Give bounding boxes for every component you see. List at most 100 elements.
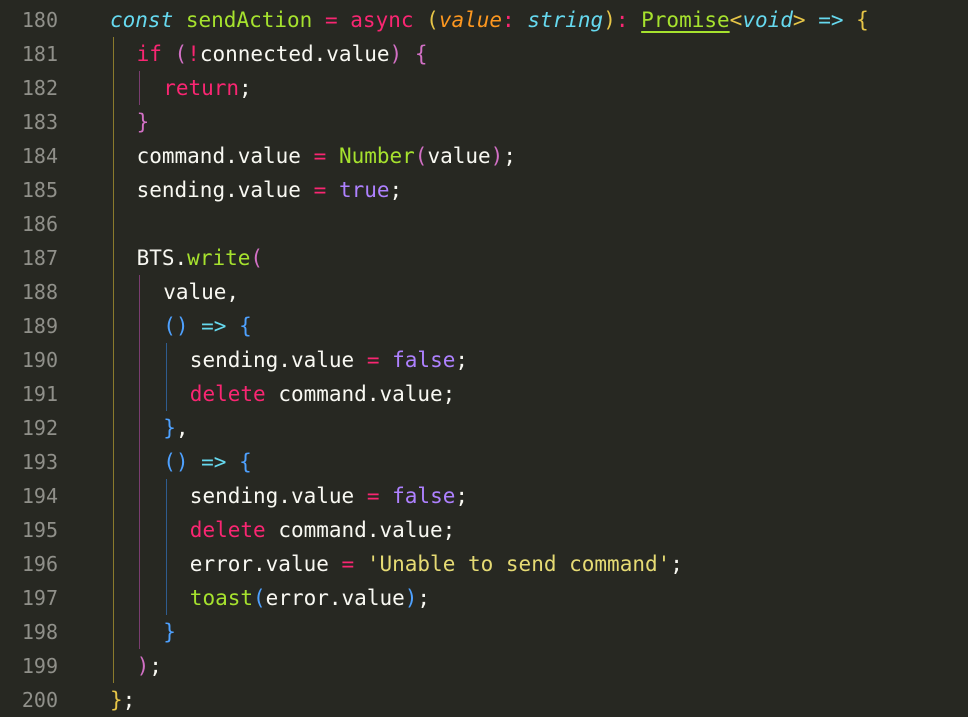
- code-token: (: [174, 42, 188, 66]
- code-line[interactable]: 193 () => {: [0, 445, 968, 479]
- code-token: ;: [455, 484, 469, 508]
- code-token: ;: [239, 76, 252, 100]
- code-token: write: [187, 246, 251, 270]
- code-line[interactable]: 180 const sendAction = async (value: stri…: [0, 3, 968, 37]
- code-line[interactable]: 189 () => {: [0, 309, 968, 343]
- indent-guide: [166, 377, 167, 411]
- code-line[interactable]: 198}: [0, 615, 968, 649]
- indent-guide: [139, 615, 140, 649]
- code-line[interactable]: 186: [0, 207, 968, 241]
- line-number: 191: [21, 382, 58, 406]
- code-token: BTS.: [136, 246, 188, 270]
- code-token: ): [404, 586, 418, 610]
- code-token: (: [250, 246, 264, 270]
- code-text: toast(error.value);: [190, 581, 430, 615]
- code-token: =: [366, 348, 380, 372]
- code-token: ): [136, 654, 150, 678]
- code-line[interactable]: 197 toast(error.value);: [0, 581, 968, 615]
- code-token: >: [792, 8, 806, 32]
- code-token: =>: [818, 8, 844, 32]
- code-token: command.value;: [278, 382, 456, 406]
- code-text: };: [110, 683, 135, 717]
- code-line[interactable]: 192},: [0, 411, 968, 445]
- code-token: false: [392, 484, 456, 508]
- code-token: delete: [189, 518, 266, 542]
- line-number: 183: [21, 110, 58, 134]
- code-token: void: [742, 8, 793, 32]
- indent-guide: [113, 411, 114, 445]
- indent-guide: [113, 139, 114, 173]
- code-token: return: [163, 76, 240, 100]
- code-token: sending.value: [136, 178, 301, 202]
- indent-guide: [113, 207, 114, 241]
- code-token: ;: [455, 348, 469, 372]
- indent-guide: [166, 343, 167, 377]
- code-line[interactable]: 182 return;: [0, 71, 968, 105]
- indent-guide: [113, 275, 114, 309]
- code-line[interactable]: 190 sending.value = false;: [0, 343, 968, 377]
- code-token: connected.value: [199, 42, 390, 66]
- indent-guide: [113, 37, 114, 71]
- code-text: sending.value = false;: [190, 479, 468, 513]
- code-text: () => {: [163, 445, 252, 479]
- code-text: }: [163, 615, 176, 649]
- indent-guide: [113, 309, 114, 343]
- line-number: 198: [21, 620, 58, 644]
- code-line[interactable]: 199);: [0, 649, 968, 683]
- indent-guide: [166, 513, 167, 547]
- code-token: (): [163, 314, 189, 338]
- line-number: 185: [21, 178, 58, 202]
- code-token: ): [490, 144, 504, 168]
- code-token: value: [438, 8, 503, 32]
- code-line[interactable]: 187 BTS.write(: [0, 241, 968, 275]
- code-line[interactable]: 195 delete command.value;: [0, 513, 968, 547]
- code-token: ;: [670, 552, 683, 576]
- code-line[interactable]: 194 sending.value = false;: [0, 479, 968, 513]
- code-line[interactable]: 191 delete command.value;: [0, 377, 968, 411]
- code-token: :: [502, 8, 528, 32]
- indent-guide: [139, 411, 140, 445]
- code-line[interactable]: 185 sending.value = true;: [0, 173, 968, 207]
- code-token: ;: [122, 688, 136, 712]
- indent-guide: [113, 649, 114, 683]
- line-number: 197: [21, 586, 58, 610]
- code-token: (: [253, 586, 266, 610]
- code-token: const: [110, 8, 174, 32]
- code-token: async: [350, 8, 414, 32]
- code-token: ;: [417, 586, 431, 610]
- code-token: !: [187, 42, 200, 66]
- indent-guide: [139, 275, 140, 309]
- code-token: =: [313, 178, 327, 202]
- indent-guide: [113, 71, 114, 105]
- line-number: 194: [21, 484, 58, 508]
- code-text: sending.value = true;: [137, 173, 403, 207]
- code-text: if (!connected.value) {: [137, 37, 428, 71]
- code-line[interactable]: 200};: [0, 683, 968, 717]
- code-line[interactable]: 183}: [0, 105, 968, 139]
- code-text: );: [137, 649, 162, 683]
- line-number: 195: [21, 518, 58, 542]
- code-token: toast: [189, 586, 254, 610]
- code-text: const sendAction = async (value: string)…: [110, 3, 869, 37]
- code-line[interactable]: 188 value,: [0, 275, 968, 309]
- code-line[interactable]: 184 command.value = Number(value);: [0, 139, 968, 173]
- code-line[interactable]: 181 if (!connected.value) {: [0, 37, 968, 71]
- code-token: :: [615, 8, 642, 32]
- code-token: <: [729, 8, 743, 32]
- code-line[interactable]: 196 error.value = 'Unable to send command…: [0, 547, 968, 581]
- code-editor[interactable]: 180 const sendAction = async (value: stri…: [0, 0, 968, 716]
